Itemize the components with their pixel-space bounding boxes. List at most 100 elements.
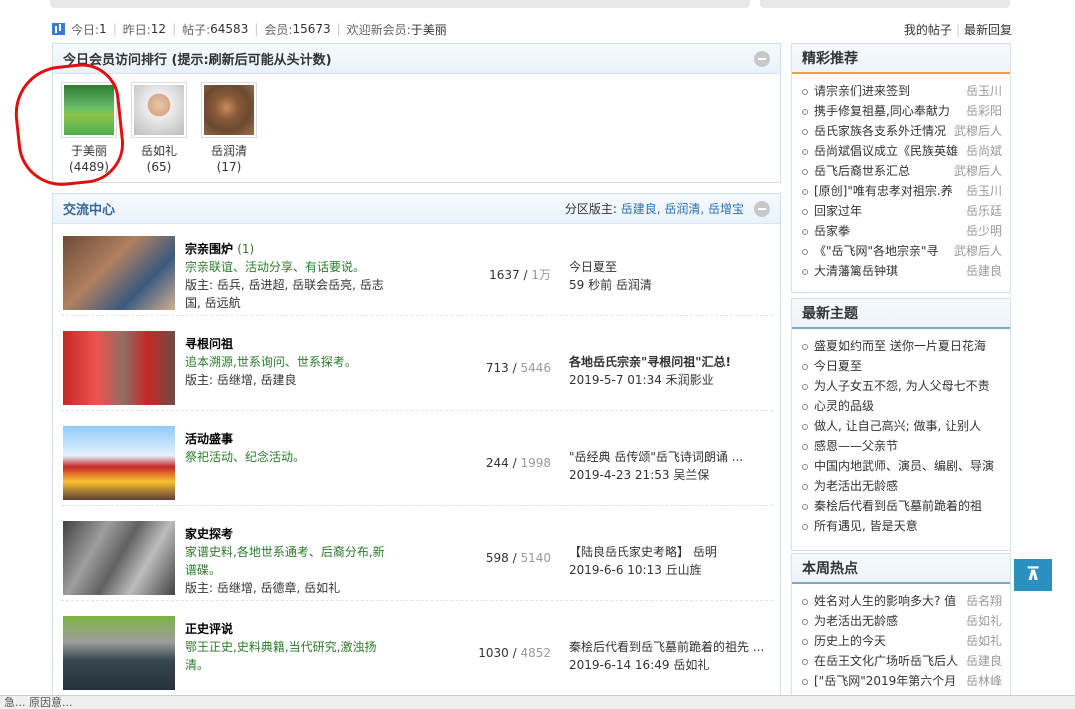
last-post[interactable]: 各地岳氏宗亲"寻根问祖"汇总! 2019-5-7 01:34 禾润影业 [569,353,769,389]
forum-thumbnail[interactable] [63,521,175,595]
topic-link[interactable]: 为人子女五不怨, 为人父母七不责 [814,377,1002,397]
list-item[interactable]: 秦桧后代看到岳飞墓前跪着的祖 [802,497,1002,517]
topic-link[interactable]: 岳飞后裔世系汇总 [814,162,948,182]
topic-link[interactable]: 中国内地武师、演员、编剧、导演 [814,457,1002,477]
list-item[interactable]: 为人子女五不怨, 为人父母七不责 [802,377,1002,397]
topic-link[interactable]: 携手修复祖墓,同心奉献力 [814,102,960,122]
list-item[interactable]: 姓名对人生的影响多大? 值岳名翔 [802,592,1002,612]
author-link[interactable]: 岳乐廷 [966,202,1002,222]
author-link[interactable]: 岳建良 [966,262,1002,282]
list-item[interactable]: 今日夏至 [802,357,1002,377]
avatar[interactable] [201,82,257,138]
collapse-icon[interactable] [754,50,770,67]
member-name[interactable]: 岳润清 [201,143,257,159]
forum-title-link[interactable]: 活动盛事 [185,432,233,446]
list-item[interactable]: 岳尚斌倡议成立《民族英雄 岳尚斌 [802,142,1002,162]
highlight-circle [10,59,128,191]
author-link[interactable]: 岳玉川 [966,182,1002,202]
yesterday-count: 12 [150,22,167,36]
list-item[interactable]: 在岳王文化广场听岳飞后人 岳建良 [802,652,1002,672]
topic-link[interactable]: 为老活出无龄感 [814,477,1002,497]
author-link[interactable]: 岳尚斌 [966,142,1002,162]
topic-link[interactable]: 心灵的品级 [814,397,1002,417]
list-item[interactable]: 携手修复祖墓,同心奉献力 岳彩阳 [802,102,1002,122]
list-item[interactable]: 盛夏如约而至 送你一片夏日花海 [802,337,1002,357]
author-link[interactable]: 岳如礼 [966,612,1002,632]
member-card[interactable]: 岳如礼 (65) [131,82,187,175]
forum-title-link[interactable]: 宗亲围炉 [185,242,233,256]
back-to-top-button[interactable]: ⊼ [1014,559,1052,591]
topic-link[interactable]: 岳尚斌倡议成立《民族英雄 [814,142,960,162]
forum-title[interactable]: 交流中心 [63,199,115,218]
last-post[interactable]: 今日夏至 59 秒前 岳润清 [569,258,769,294]
forum-title-link[interactable]: 家史探考 [185,527,233,541]
topic-link[interactable]: 请宗亲们进来签到 [814,82,960,102]
topic-link[interactable]: 岳氏家族各支系外迁情况 [814,122,948,142]
topic-link[interactable]: 为老活出无龄感 [814,612,960,632]
author-link[interactable]: 岳少明 [966,222,1002,242]
avatar[interactable] [131,82,187,138]
last-post[interactable]: 【陆良岳氏家史考略】 岳明 2019-6-6 10:13 丘山旌 [569,543,769,579]
list-item[interactable]: 岳氏家族各支系外迁情况 武穆后人 [802,122,1002,142]
topic-link[interactable]: 在岳王文化广场听岳飞后人 [814,652,960,672]
topic-link[interactable]: 所有遇见, 皆是天意 [814,517,1002,537]
topic-link[interactable]: 做人, 让自己高兴; 做事, 让别人 [814,417,1002,437]
list-item[interactable]: 所有遇见, 皆是天意 [802,517,1002,537]
topic-link[interactable]: 盛夏如约而至 送你一片夏日花海 [814,337,1002,357]
forum-moderators[interactable]: 版主: 岳继增, 岳德章, 岳如礼 [185,579,395,597]
forum-thumbnail[interactable] [63,331,175,405]
members-count: 15673 [292,22,331,36]
list-item[interactable]: 岳家拳 岳少明 [802,222,1002,242]
my-posts-link[interactable]: 我的帖子 [904,23,952,37]
topic-link[interactable]: 《"岳飞网"各地宗亲"寻 [814,242,948,262]
list-item[interactable]: 感恩——父亲节 [802,437,1002,457]
last-post[interactable]: "岳经典 岳传颂"岳飞诗词朗诵 ... 2019-4-23 21:53 吴兰保 [569,448,769,484]
member-card[interactable]: 岳润清 (17) [201,82,257,175]
collapse-icon[interactable] [754,200,770,217]
list-item[interactable]: 历史上的今天 岳如礼 [802,632,1002,652]
list-item[interactable]: 为老活出无龄感 [802,477,1002,497]
topic-link[interactable]: 大清藩篱岳钟琪 [814,262,960,282]
topic-link[interactable]: ["岳飞网"2019年第六个月 [814,672,960,692]
list-item[interactable]: 为老活出无龄感 岳如礼 [802,612,1002,632]
author-link[interactable]: 岳林峰 [966,672,1002,692]
list-item[interactable]: 中国内地武师、演员、编剧、导演 [802,457,1002,477]
forum-title-link[interactable]: 寻根问祖 [185,337,233,351]
author-link[interactable]: 岳建良 [966,652,1002,672]
author-link[interactable]: 岳玉川 [966,82,1002,102]
latest-reply-link[interactable]: 最新回复 [964,23,1012,37]
author-link[interactable]: 武穆后人 [954,162,1002,182]
topic-link[interactable]: 秦桧后代看到岳飞墓前跪着的祖 [814,497,1002,517]
author-link[interactable]: 武穆后人 [954,242,1002,262]
topic-link[interactable]: 今日夏至 [814,357,1002,377]
new-member-link[interactable]: 于美丽 [411,21,447,38]
list-item[interactable]: 大清藩篱岳钟琪 岳建良 [802,262,1002,282]
author-link[interactable]: 岳如礼 [966,632,1002,652]
list-item[interactable]: 回家过年 岳乐廷 [802,202,1002,222]
topic-link[interactable]: 回家过年 [814,202,960,222]
list-item[interactable]: 《"岳飞网"各地宗亲"寻 武穆后人 [802,242,1002,262]
forum-moderators[interactable]: 版主: 岳兵, 岳进超, 岳联会岳亮, 岳志国, 岳远航 [185,276,395,312]
list-item[interactable]: [原创]"唯有忠孝对祖宗.养 岳玉川 [802,182,1002,202]
list-item[interactable]: 做人, 让自己高兴; 做事, 让别人 [802,417,1002,437]
topic-link[interactable]: 岳家拳 [814,222,960,242]
list-item[interactable]: 岳飞后裔世系汇总 武穆后人 [802,162,1002,182]
forum-moderators[interactable]: 版主: 岳继增, 岳建良 [185,371,395,389]
author-link[interactable]: 武穆后人 [954,122,1002,142]
list-item[interactable]: 心灵的品级 [802,397,1002,417]
last-post[interactable]: 秦桧后代看到岳飞墓前跪着的祖先 ... 2019-6-14 16:49 岳如礼 [569,638,769,674]
topic-link[interactable]: 姓名对人生的影响多大? 值 [814,592,960,612]
author-link[interactable]: 岳名翔 [966,592,1002,612]
topic-link[interactable]: 感恩——父亲节 [814,437,1002,457]
topic-link[interactable]: [原创]"唯有忠孝对祖宗.养 [814,182,960,202]
list-item[interactable]: ["岳飞网"2019年第六个月 岳林峰 [802,672,1002,692]
member-name[interactable]: 岳如礼 [131,143,187,159]
forum-thumbnail[interactable] [63,426,175,500]
forum-thumbnail[interactable] [63,236,175,310]
author-link[interactable]: 岳彩阳 [966,102,1002,122]
forum-title-link[interactable]: 正史评说 [185,622,233,636]
topic-link[interactable]: 历史上的今天 [814,632,960,652]
forum-thumbnail[interactable] [63,616,175,690]
list-item[interactable]: 请宗亲们进来签到 岳玉川 [802,82,1002,102]
stats-bar: 今日: 1 | 昨日: 12 | 帖子: 64583 | 会员: 15673 | 欢迎新… [52,20,1012,38]
